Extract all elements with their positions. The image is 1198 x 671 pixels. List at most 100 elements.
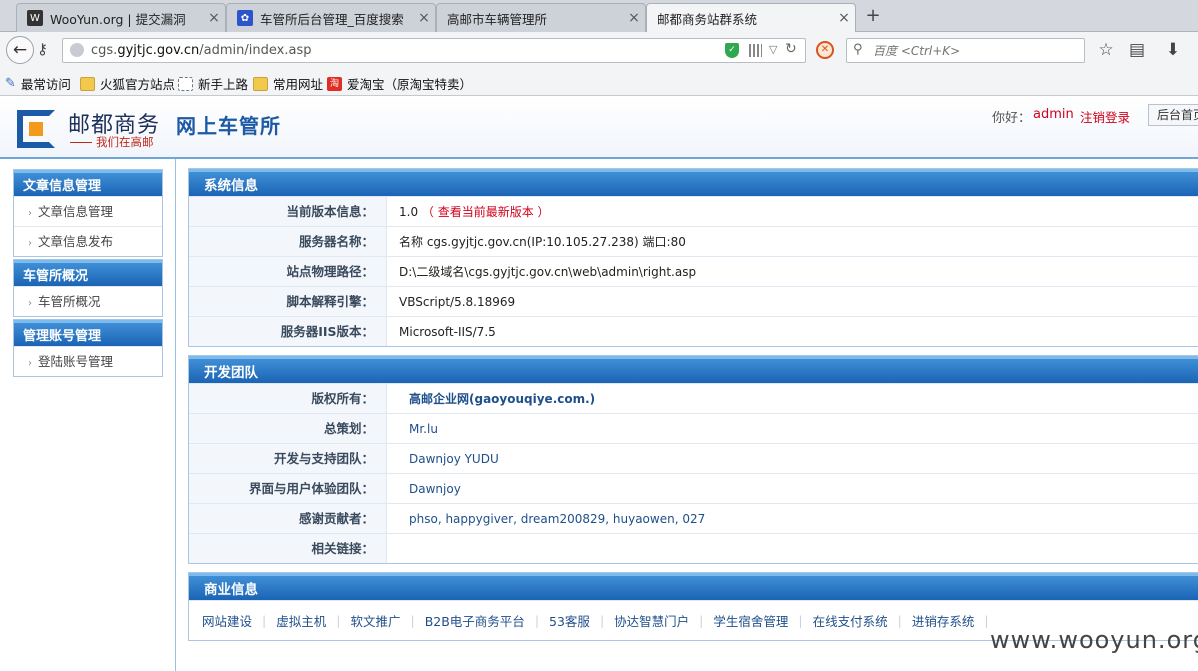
tab-title: 高邮市车辆管理所 bbox=[447, 11, 548, 27]
globe-icon bbox=[70, 43, 84, 57]
sidebar-item-article-publish[interactable]: › 文章信息发布 bbox=[14, 226, 162, 256]
sidebar-group-overview: 车管所概况 › 车管所概况 bbox=[13, 259, 163, 317]
sidebar-item-overview[interactable]: › 车管所概况 bbox=[14, 286, 162, 316]
logout-link[interactable]: 注销登录 bbox=[1080, 107, 1130, 126]
row-label: 当前版本信息： bbox=[189, 197, 387, 226]
tab-bar: W WooYun.org | 提交漏洞 × ✿ 车管所后台管理_百度搜索 × 高… bbox=[0, 0, 1198, 32]
sidebar-item-article-manage[interactable]: › 文章信息管理 bbox=[14, 196, 162, 226]
admin-home-button[interactable]: 后台首页 bbox=[1148, 104, 1198, 126]
table-row: 相关链接： bbox=[189, 533, 1198, 563]
sidebar-group-articles: 文章信息管理 › 文章信息管理 › 文章信息发布 bbox=[13, 169, 163, 257]
chevron-right-icon: › bbox=[28, 358, 32, 369]
watermark: www.wooyun.org bbox=[990, 626, 1198, 654]
table-row: 开发与支持团队： Dawnjoy YUDU bbox=[189, 443, 1198, 473]
chevron-right-icon: › bbox=[28, 208, 32, 219]
link-xieda-portal[interactable]: 协达智慧门户 bbox=[614, 611, 689, 630]
link-dorm-management[interactable]: 学生宿舍管理 bbox=[713, 611, 788, 630]
sidebar-item-login-accounts[interactable]: › 登陆账号管理 bbox=[14, 346, 162, 376]
download-icon[interactable]: ⬇ bbox=[1162, 40, 1184, 60]
close-icon[interactable]: × bbox=[203, 10, 225, 26]
close-icon[interactable]: × bbox=[623, 10, 645, 26]
row-value: Microsoft-IIS/7.5 bbox=[399, 325, 496, 339]
row-label: 界面与用户体验团队： bbox=[189, 474, 387, 503]
row-value: Mr.lu bbox=[409, 422, 438, 436]
bookmark-getting-started[interactable]: 新手上路 bbox=[178, 74, 248, 93]
qr-code-icon[interactable] bbox=[749, 44, 762, 57]
bookmark-star-icon[interactable]: ☆ bbox=[1095, 40, 1117, 60]
sidebar-group-title[interactable]: 管理账号管理 bbox=[14, 320, 162, 346]
new-tab-button[interactable]: + bbox=[862, 4, 884, 28]
link-online-payment[interactable]: 在线支付系统 bbox=[813, 611, 888, 630]
copyright-link[interactable]: 高邮企业网(gaoyouqiye.com.) bbox=[387, 384, 595, 413]
close-icon[interactable]: × bbox=[833, 10, 855, 26]
table-row: 服务器名称： 名称 cgs.gyjtjc.gov.cn(IP:10.105.27… bbox=[189, 226, 1198, 256]
bookmark-common[interactable]: 常用网址 bbox=[253, 74, 323, 93]
url-bar[interactable]: cgs.gyjtjc.gov.cn/admin/index.asp ✓ ▽ ↻ bbox=[62, 38, 806, 63]
row-label: 感谢贡献者： bbox=[189, 504, 387, 533]
bookmark-firefox[interactable]: 火狐官方站点 bbox=[80, 74, 175, 93]
sidebar-group-title[interactable]: 文章信息管理 bbox=[14, 170, 162, 196]
dropdown-arrow-icon[interactable]: ▽ bbox=[769, 43, 777, 56]
site-header: 邮都商务 我们在高邮 网上车管所 你好： admin 注销登录 后台首页 bbox=[0, 97, 1198, 159]
table-row: 当前版本信息： 1.0 （ 查看当前最新版本 ） bbox=[189, 196, 1198, 226]
tab-youdu-active[interactable]: 邮都商务站群系统 × bbox=[646, 3, 856, 32]
link-53kf[interactable]: 53客服 bbox=[549, 611, 590, 630]
baidu-paw-icon: ✿ bbox=[237, 10, 253, 26]
panel-title: 系统信息 bbox=[189, 169, 1198, 196]
row-label: 版权所有： bbox=[189, 384, 387, 413]
chevron-right-icon: › bbox=[28, 298, 32, 309]
row-value: Dawnjoy YUDU bbox=[409, 452, 499, 466]
link-virtual-host[interactable]: 虚拟主机 bbox=[276, 611, 326, 630]
back-button[interactable]: ← bbox=[6, 36, 34, 64]
table-row: 总策划： Mr.lu bbox=[189, 413, 1198, 443]
row-value: 1.0 （ 查看当前最新版本 ） bbox=[399, 205, 550, 219]
link-website-building[interactable]: 网站建设 bbox=[202, 611, 252, 630]
link-inventory-system[interactable]: 进销存系统 bbox=[912, 611, 975, 630]
row-value: VBScript/5.8.18969 bbox=[399, 295, 516, 309]
search-input[interactable] bbox=[871, 42, 1077, 59]
row-label: 相关链接： bbox=[189, 534, 387, 563]
table-row: 界面与用户体验团队： Dawnjoy bbox=[189, 473, 1198, 503]
shield-icon[interactable]: ✓ bbox=[725, 43, 739, 58]
table-row: 脚本解释引擎： VBScript/5.8.18969 bbox=[189, 286, 1198, 316]
star-icon: ✎ bbox=[5, 76, 16, 91]
link-soft-promotion[interactable]: 软文推广 bbox=[350, 611, 400, 630]
row-value: 名称 cgs.gyjtjc.gov.cn(IP:10.105.27.238) 端… bbox=[399, 235, 686, 249]
row-label: 脚本解释引擎： bbox=[189, 287, 387, 316]
chevron-right-icon: › bbox=[28, 238, 32, 249]
search-icon: ⚲ bbox=[853, 42, 863, 57]
tab-baidu[interactable]: ✿ 车管所后台管理_百度搜索 × bbox=[226, 3, 436, 32]
table-row: 版权所有： 高邮企业网(gaoyouqiye.com.) bbox=[189, 383, 1198, 413]
folder-icon bbox=[253, 76, 268, 91]
row-value bbox=[387, 534, 409, 563]
row-value: Dawnjoy bbox=[409, 482, 461, 496]
url-text[interactable]: cgs.gyjtjc.gov.cn/admin/index.asp bbox=[91, 43, 311, 58]
key-icon[interactable]: ⚷ bbox=[37, 40, 48, 58]
tab-gaoyou[interactable]: 高邮市车辆管理所 × bbox=[436, 3, 646, 32]
reload-icon[interactable]: ↻ bbox=[785, 41, 797, 57]
tab-title: 邮都商务站群系统 bbox=[657, 11, 758, 27]
table-row: 站点物理路径： D:\二级域名\cgs.gyjtjc.gov.cn\web\ad… bbox=[189, 256, 1198, 286]
link-b2b-platform[interactable]: B2B电子商务平台 bbox=[425, 611, 525, 630]
panel-title: 开发团队 bbox=[189, 356, 1198, 383]
row-value: phso, happygiver, dream200829, huyaowen,… bbox=[409, 512, 706, 526]
bookmark-most-visited[interactable]: ✎ 最常访问 bbox=[5, 74, 71, 93]
taobao-icon: 淘 bbox=[327, 76, 342, 91]
table-row: 感谢贡献者： phso, happygiver, dream200829, hu… bbox=[189, 503, 1198, 533]
folder-icon bbox=[80, 76, 95, 91]
close-icon[interactable]: × bbox=[413, 10, 435, 26]
check-latest-version-link[interactable]: （ 查看当前最新版本 ） bbox=[422, 205, 550, 219]
search-box[interactable]: ⚲ bbox=[846, 38, 1085, 63]
back-arrow-icon: ← bbox=[12, 40, 28, 60]
row-label: 服务器名称： bbox=[189, 227, 387, 256]
bookmark-taobao[interactable]: 淘爱淘宝（原淘宝特卖） bbox=[327, 74, 472, 93]
row-label: 站点物理路径： bbox=[189, 257, 387, 286]
logo-slogan: 我们在高邮 bbox=[70, 134, 154, 150]
username: admin bbox=[1033, 107, 1074, 122]
reading-list-icon[interactable]: ▤ bbox=[1126, 40, 1148, 60]
bookmarks-bar: ✎ 最常访问 火狐官方站点 新手上路 常用网址 淘爱淘宝（原淘宝特卖） bbox=[0, 69, 1198, 96]
adblock-icon[interactable]: ✕ bbox=[816, 41, 834, 59]
tab-wooyun[interactable]: W WooYun.org | 提交漏洞 × bbox=[16, 3, 226, 32]
row-label: 开发与支持团队： bbox=[189, 444, 387, 473]
sidebar-group-title[interactable]: 车管所概况 bbox=[14, 260, 162, 286]
